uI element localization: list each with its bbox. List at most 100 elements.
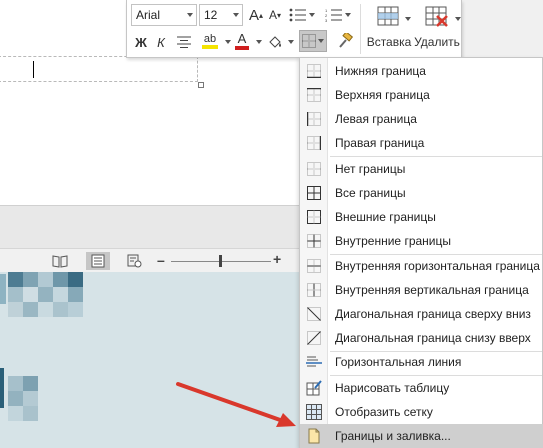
italic-icon: К <box>157 34 165 50</box>
bold-button[interactable]: Ж <box>133 32 149 52</box>
border-outside-icon <box>305 208 323 226</box>
border-bottom-icon <box>305 62 323 80</box>
chevron-down-icon <box>318 39 324 43</box>
web-layout-button[interactable] <box>122 252 146 270</box>
svg-text:3: 3 <box>325 18 328 22</box>
chevron-down-icon[interactable] <box>225 40 231 44</box>
delete-label: Удалить <box>414 35 460 49</box>
zoom-slider-thumb[interactable] <box>219 255 222 267</box>
insert-label: Вставка <box>366 35 412 49</box>
highlight-color-swatch <box>202 45 218 49</box>
highlighter-icon: ab <box>203 33 217 45</box>
chevron-down-icon <box>309 13 315 17</box>
menu-item-outside-borders[interactable]: Внешние границы <box>300 205 543 229</box>
menu-item-label: Внутренняя горизонтальная граница <box>335 259 540 273</box>
grow-font-icon: A <box>248 6 259 24</box>
borders-button[interactable] <box>299 30 327 52</box>
font-color-button[interactable]: A <box>233 30 251 52</box>
font-color-icon: A <box>237 31 247 46</box>
chevron-down-icon <box>233 13 239 17</box>
bullets-button[interactable] <box>287 5 317 25</box>
menu-item-label: Границы и заливка... <box>335 429 451 443</box>
menu-item-label: Левая граница <box>335 112 417 126</box>
font-size-value: 12 <box>204 8 218 22</box>
menu-item-top-border[interactable]: Верхняя граница <box>300 83 543 107</box>
menu-item-horizontal-line[interactable]: Горизонтальная линия <box>300 350 543 374</box>
highlight-color-button[interactable]: ab <box>197 30 223 52</box>
grow-font-button[interactable]: A ▴ <box>247 5 265 25</box>
border-diagonal-up-icon <box>305 329 323 347</box>
font-color-swatch <box>235 46 249 50</box>
book-icon <box>52 255 68 268</box>
font-size-combo[interactable]: 12 <box>199 4 243 26</box>
menu-item-label: Нет границы <box>335 162 406 176</box>
menu-item-label: Все границы <box>335 186 406 200</box>
menu-item-label: Нижняя граница <box>335 64 426 78</box>
menu-item-inside-borders[interactable]: Внутренние границы <box>300 229 543 253</box>
print-layout-button[interactable] <box>86 252 110 270</box>
menu-item-no-border[interactable]: Нет границы <box>300 157 543 181</box>
horizontal-line-icon <box>305 353 323 371</box>
borders-dropdown-menu: Нижняя граница Верхняя граница Левая гра… <box>299 57 543 448</box>
chevron-down-icon[interactable] <box>288 40 294 44</box>
align-center-button[interactable] <box>175 32 193 52</box>
menu-item-view-gridlines[interactable]: Отобразить сетку <box>300 400 543 424</box>
numbered-list-icon: 123 <box>325 8 342 22</box>
border-all-icon <box>305 184 323 202</box>
italic-button[interactable]: К <box>153 32 169 52</box>
align-center-icon <box>177 36 191 48</box>
menu-item-inside-horizontal[interactable]: Внутренняя горизонтальная граница <box>300 254 543 278</box>
insert-table-icon <box>377 6 399 26</box>
shading-button[interactable] <box>265 31 285 53</box>
delete-button[interactable]: Удалить <box>411 3 463 55</box>
slide-text-fragment <box>0 274 6 304</box>
paint-bucket-icon <box>269 36 281 48</box>
font-family-combo[interactable]: Arial <box>131 4 197 26</box>
bullet-list-icon <box>289 8 306 22</box>
menu-item-label: Правая граница <box>335 136 425 150</box>
shrink-font-button[interactable]: A ▾ <box>267 5 283 25</box>
chevron-down-icon <box>455 17 461 21</box>
document-bottom-gutter <box>0 205 300 248</box>
menu-item-diagonal-down[interactable]: Диагональная граница сверху вниз <box>300 302 543 326</box>
numbering-button[interactable]: 123 <box>323 5 353 25</box>
mini-toolbar: Arial 12 A ▴ A ▾ 123 Ж К ab A Вставка Уд… <box>126 0 462 58</box>
draw-table-icon <box>305 379 323 397</box>
chevron-down-icon <box>187 13 193 17</box>
border-top-icon <box>305 86 323 104</box>
menu-item-label: Диагональная граница сверху вниз <box>335 307 531 321</box>
slide-text-fragment <box>0 368 4 408</box>
chevron-down-icon[interactable] <box>256 40 262 44</box>
menu-item-all-borders[interactable]: Все границы <box>300 181 543 205</box>
format-painter-icon <box>339 33 353 48</box>
menu-item-right-border[interactable]: Правая граница <box>300 131 543 155</box>
menu-item-label: Внутренние границы <box>335 234 451 248</box>
font-family-value: Arial <box>136 8 161 22</box>
menu-item-borders-and-shading[interactable]: Границы и заливка... <box>300 424 543 448</box>
web-layout-icon <box>127 254 142 268</box>
menu-item-inside-vertical[interactable]: Внутренняя вертикальная граница <box>300 278 543 302</box>
insert-button[interactable]: Вставка <box>363 3 415 55</box>
chevron-down-icon <box>345 13 351 17</box>
border-inside-icon <box>305 232 323 250</box>
page-layout-icon <box>91 254 105 268</box>
table-resize-handle[interactable] <box>198 82 204 88</box>
zoom-in-button[interactable]: + <box>273 251 281 267</box>
menu-item-diagonal-up[interactable]: Диагональная граница снизу вверх <box>300 326 543 350</box>
menu-item-label: Диагональная граница снизу вверх <box>335 331 531 345</box>
menu-item-label: Внутренняя вертикальная граница <box>335 283 529 297</box>
borders-and-shading-icon <box>305 427 323 445</box>
border-inside-vertical-icon <box>305 281 323 299</box>
menu-item-left-border[interactable]: Левая граница <box>300 107 543 131</box>
menu-item-bottom-border[interactable]: Нижняя граница <box>300 59 543 83</box>
shrink-font-icon: A <box>268 8 277 22</box>
menu-item-label: Внешние границы <box>335 210 436 224</box>
table-cell[interactable] <box>0 56 198 82</box>
read-mode-button[interactable] <box>48 252 72 270</box>
zoom-out-button[interactable]: – <box>157 252 165 268</box>
menu-item-label: Верхняя граница <box>335 88 430 102</box>
bold-icon: Ж <box>135 34 147 50</box>
format-painter-button[interactable] <box>335 31 355 51</box>
menu-item-draw-table[interactable]: Нарисовать таблицу <box>300 376 543 400</box>
borders-icon <box>302 34 316 48</box>
